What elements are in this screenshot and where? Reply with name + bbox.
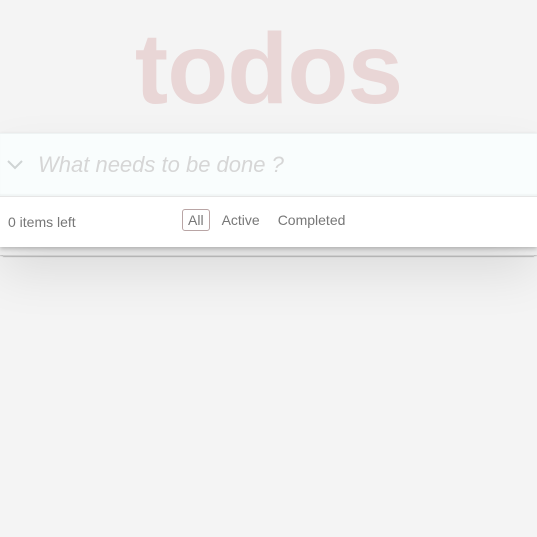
filter-item-completed: Completed — [272, 209, 352, 231]
filter-active-link[interactable]: Active — [216, 209, 266, 231]
filters: All Active Completed — [182, 209, 351, 231]
new-todo-header — [0, 133, 537, 196]
filter-completed-link[interactable]: Completed — [272, 209, 352, 231]
filter-item-active: Active — [216, 209, 266, 231]
app-title: todos — [134, 13, 403, 125]
new-todo-input[interactable] — [38, 148, 518, 182]
items-left-count: 0 items left — [8, 214, 76, 230]
page: todos 0 items left All Active Completed — [0, 0, 537, 537]
todo-app: 0 items left All Active Completed — [0, 133, 537, 247]
footer: 0 items left All Active Completed — [0, 196, 537, 247]
filter-item-all: All — [182, 209, 210, 231]
chevron-down-icon[interactable] — [4, 154, 26, 176]
filter-all-link[interactable]: All — [182, 209, 210, 231]
